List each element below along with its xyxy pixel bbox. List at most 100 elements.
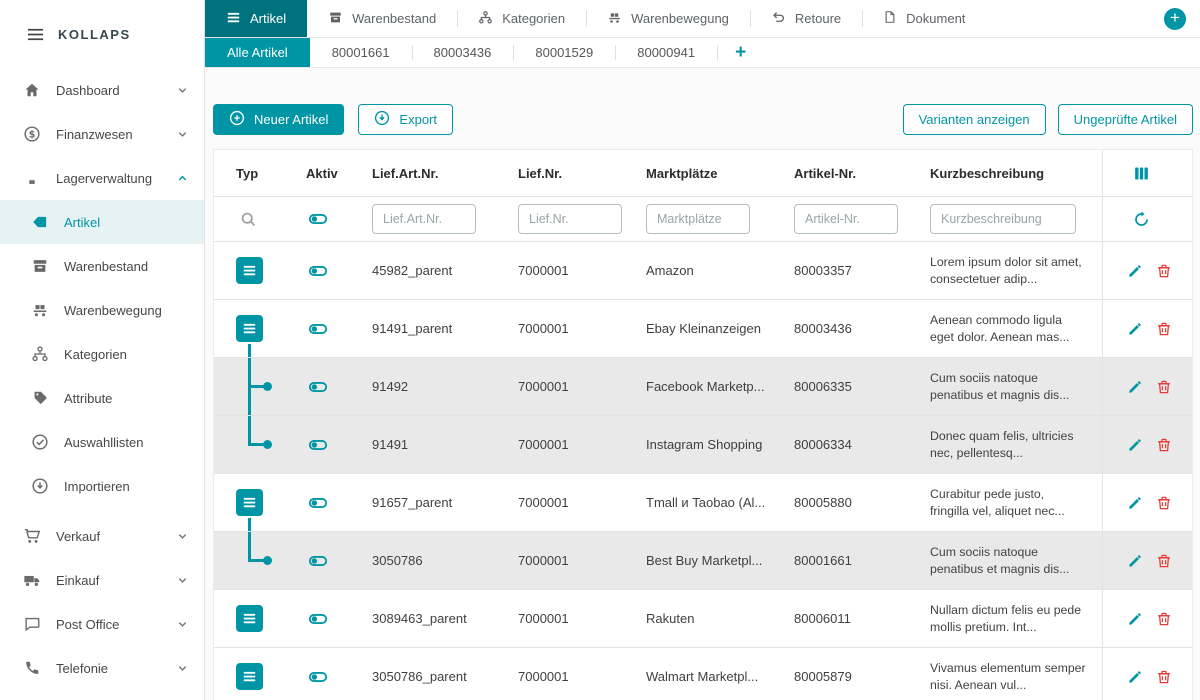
table-row[interactable]: 3050786 7000001 Best Buy Marketpl... 800…: [214, 532, 1192, 590]
chevron-down-icon: [177, 531, 188, 542]
type-filter-cell: [214, 211, 286, 228]
artikel-nr-cell: 80005879: [780, 669, 916, 684]
export-button[interactable]: Export: [358, 104, 453, 135]
delete-icon[interactable]: [1156, 669, 1172, 685]
article-list-icon[interactable]: [236, 605, 263, 632]
tab-article-80001661[interactable]: 80001661: [310, 38, 412, 67]
sidebar-item-telefonie[interactable]: Telefonie: [0, 646, 204, 690]
lief-nr-cell: 7000001: [504, 495, 632, 510]
artikel-nr-cell: 80006334: [780, 437, 916, 452]
delete-icon[interactable]: [1156, 321, 1172, 337]
tab-dokument[interactable]: Dokument: [862, 0, 986, 37]
delete-icon[interactable]: [1156, 611, 1172, 627]
search-icon[interactable]: [240, 211, 257, 228]
add-article-tab-button[interactable]: +: [717, 38, 764, 67]
sidebar-item-importieren[interactable]: Importieren: [0, 464, 204, 508]
tab-label: Retoure: [795, 11, 841, 26]
edit-icon[interactable]: [1127, 437, 1143, 453]
goods-movement-icon: [30, 301, 50, 319]
table-row[interactable]: 3050786_parent 7000001 Walmart Marketpl.…: [214, 648, 1192, 700]
active-toggle-icon[interactable]: [308, 493, 328, 513]
artikel-nr-cell: 80006011: [780, 611, 916, 626]
tab-artikel[interactable]: Artikel: [205, 0, 307, 37]
article-list-icon[interactable]: [236, 315, 263, 342]
edit-icon[interactable]: [1127, 669, 1143, 685]
kurzbeschreibung-cell: Nullam dictum felis eu pede mollis preti…: [916, 602, 1102, 635]
table-row[interactable]: 91657_parent 7000001 Tmall и Taobao (Al.…: [214, 474, 1192, 532]
tab-retoure[interactable]: Retoure: [750, 0, 862, 37]
tab-kategorien[interactable]: Kategorien: [457, 0, 586, 37]
tab-warenbestand[interactable]: Warenbestand: [307, 0, 457, 37]
table-row[interactable]: 91492 7000001 Facebook Marketp... 800063…: [214, 358, 1192, 416]
columns-icon[interactable]: [1133, 165, 1150, 182]
sidebar-item-auswahllisten[interactable]: Auswahllisten: [0, 420, 204, 464]
marktplatz-cell: Best Buy Marketpl...: [632, 553, 780, 568]
active-toggle-icon[interactable]: [308, 609, 328, 629]
edit-icon[interactable]: [1127, 321, 1143, 337]
active-toggle-icon[interactable]: [308, 667, 328, 687]
goods-movement-icon: [607, 10, 622, 28]
sidebar-item-einkauf[interactable]: Einkauf: [0, 558, 204, 602]
table-row[interactable]: 3089463_parent 7000001 Rakuten 80006011 …: [214, 590, 1192, 648]
kurzbeschreibung-cell: Curabitur pede justo, fringilla vel, ali…: [916, 486, 1102, 519]
chevron-down-icon: [177, 85, 188, 96]
tab-article-80000941[interactable]: 80000941: [615, 38, 717, 67]
add-module-tab-button[interactable]: +: [1164, 8, 1186, 30]
show-variants-button[interactable]: Varianten anzeigen: [903, 104, 1046, 135]
refresh-icon[interactable]: [1133, 211, 1150, 228]
table-row[interactable]: 91491_parent 7000001 Ebay Kleinanzeigen …: [214, 300, 1192, 358]
return-arrow-icon: [771, 10, 786, 28]
article-list-icon[interactable]: [236, 257, 263, 284]
active-toggle-icon[interactable]: [308, 209, 328, 229]
sidebar-item-post-office[interactable]: Post Office: [0, 602, 204, 646]
chevron-down-icon: [177, 129, 188, 140]
articles-table: Typ Aktiv Lief.Art.Nr. Lief.Nr. Marktplä…: [213, 149, 1193, 700]
edit-icon[interactable]: [1127, 379, 1143, 395]
kurzbeschreibung-filter-input[interactable]: [930, 204, 1076, 234]
sidebar-item-lagerverwaltung[interactable]: Lagerverwaltung: [0, 156, 204, 200]
sidebar-item-verkauf[interactable]: Verkauf: [0, 514, 204, 558]
edit-icon[interactable]: [1127, 263, 1143, 279]
delete-icon[interactable]: [1156, 379, 1172, 395]
tab-alle-artikel[interactable]: Alle Artikel: [205, 38, 310, 67]
tab-warenbewegung[interactable]: Warenbewegung: [586, 0, 750, 37]
sidebar-item-finanzwesen[interactable]: $ Finanzwesen: [0, 112, 204, 156]
lief-nr-cell: 7000001: [504, 437, 632, 452]
article-list-icon[interactable]: [236, 663, 263, 690]
marktplatz-cell: Ebay Kleinanzeigen: [632, 321, 780, 336]
hamburger-menu-icon[interactable]: [26, 25, 45, 44]
row-actions-cell: [1102, 358, 1192, 415]
sidebar-item-kategorien[interactable]: Kategorien: [0, 332, 204, 376]
chevron-down-icon: [177, 575, 188, 586]
article-list-icon[interactable]: [236, 489, 263, 516]
home-icon: [22, 81, 42, 99]
unchecked-articles-button[interactable]: Ungeprüfte Artikel: [1058, 104, 1193, 135]
edit-icon[interactable]: [1127, 553, 1143, 569]
active-toggle-icon[interactable]: [308, 261, 328, 281]
artikel-nr-filter-input[interactable]: [794, 204, 898, 234]
table-row[interactable]: 91491 7000001 Instagram Shopping 8000633…: [214, 416, 1192, 474]
tab-article-80001529[interactable]: 80001529: [513, 38, 615, 67]
lief-nr-cell: 7000001: [504, 379, 632, 394]
lief-nr-filter-input[interactable]: [518, 204, 622, 234]
sidebar-item-dashboard[interactable]: Dashboard: [0, 68, 204, 112]
active-toggle-icon[interactable]: [308, 319, 328, 339]
delete-icon[interactable]: [1156, 437, 1172, 453]
active-toggle-icon[interactable]: [308, 377, 328, 397]
edit-icon[interactable]: [1127, 495, 1143, 511]
active-toggle-icon[interactable]: [308, 435, 328, 455]
sidebar-item-artikel[interactable]: Artikel: [0, 200, 204, 244]
table-row[interactable]: 45982_parent 7000001 Amazon 80003357 Lor…: [214, 242, 1192, 300]
delete-icon[interactable]: [1156, 553, 1172, 569]
tab-article-80003436[interactable]: 80003436: [412, 38, 514, 67]
sidebar-item-warenbewegung[interactable]: Warenbewegung: [0, 288, 204, 332]
edit-icon[interactable]: [1127, 611, 1143, 627]
delete-icon[interactable]: [1156, 263, 1172, 279]
delete-icon[interactable]: [1156, 495, 1172, 511]
marktplaetze-filter-input[interactable]: [646, 204, 750, 234]
lief-art-nr-filter-input[interactable]: [372, 204, 476, 234]
sidebar-item-attribute[interactable]: Attribute: [0, 376, 204, 420]
active-toggle-icon[interactable]: [308, 551, 328, 571]
sidebar-item-warenbestand[interactable]: Warenbestand: [0, 244, 204, 288]
new-article-button[interactable]: Neuer Artikel: [213, 104, 344, 135]
